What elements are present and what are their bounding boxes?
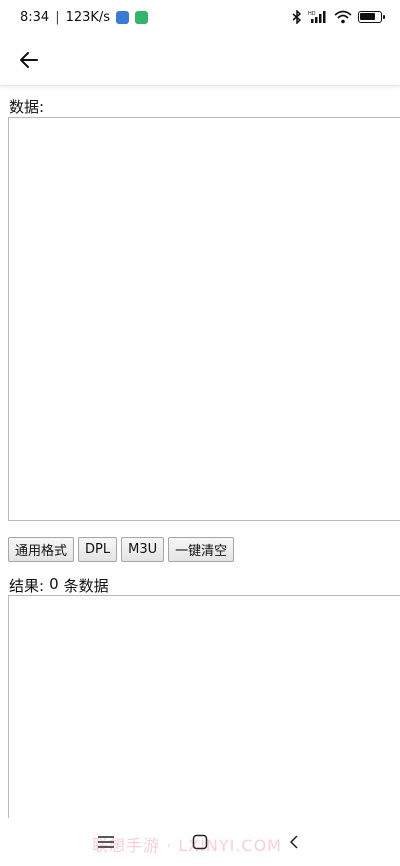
battery-fill xyxy=(360,13,375,20)
general-format-button[interactable]: 通用格式 xyxy=(8,537,75,562)
dpl-button[interactable]: DPL xyxy=(78,537,118,562)
status-bar: 8:34 | 123K/s HD xyxy=(0,0,400,34)
result-label-suffix: 条数据 xyxy=(63,577,109,595)
arrow-left-icon xyxy=(20,51,38,68)
result-count: 0 xyxy=(49,575,59,593)
result-label-prefix: 结果: xyxy=(9,577,45,595)
result-output[interactable] xyxy=(8,595,400,820)
system-nav-bar xyxy=(0,818,400,866)
home-icon xyxy=(192,834,208,850)
status-left: 8:34 | 123K/s xyxy=(20,9,149,25)
app-bar xyxy=(0,34,400,86)
back-button[interactable] xyxy=(14,45,44,75)
data-input[interactable] xyxy=(8,117,400,521)
status-separator: | xyxy=(55,9,60,25)
app-notification-icon xyxy=(135,10,149,24)
clear-all-button[interactable]: 一键清空 xyxy=(168,537,235,562)
m3u-button[interactable]: M3U xyxy=(121,537,165,562)
hd-signal-icon: HD xyxy=(308,11,326,23)
app-notification-icon xyxy=(116,10,130,24)
result-label: 结果: 0 条数据 xyxy=(9,575,109,596)
back-icon xyxy=(289,835,298,849)
home-button[interactable] xyxy=(188,830,212,854)
status-time: 8:34 xyxy=(20,9,50,25)
nav-back-button[interactable] xyxy=(282,830,306,854)
menu-icon xyxy=(98,836,114,848)
network-speed: 123K/s xyxy=(65,9,111,25)
data-label: 数据: xyxy=(9,98,45,116)
format-button-group: 通用格式 DPL M3U 一键清空 xyxy=(8,537,235,562)
menu-button[interactable] xyxy=(94,830,118,854)
svg-text:HD: HD xyxy=(308,11,316,17)
wifi-icon xyxy=(334,10,352,24)
battery-icon xyxy=(358,11,385,23)
bluetooth-icon xyxy=(292,10,302,24)
status-right: HD xyxy=(292,10,385,24)
